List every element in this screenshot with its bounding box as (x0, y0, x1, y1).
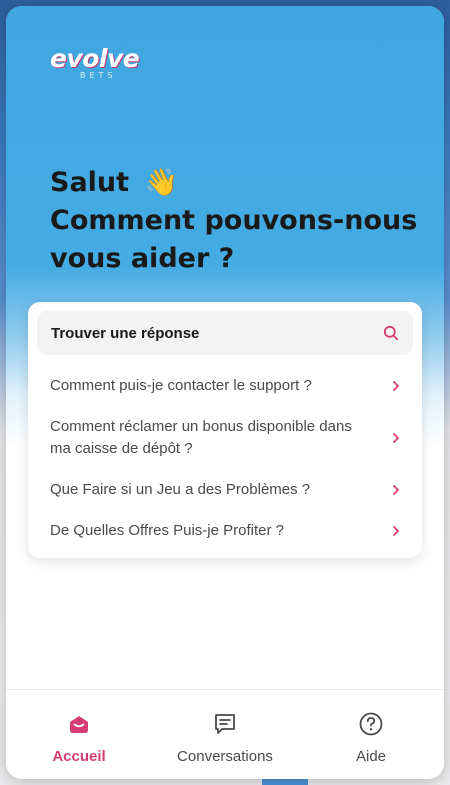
article-label: Comment puis-je contacter le support ? (50, 377, 312, 394)
brand-logo: evolve BETS (50, 44, 140, 81)
tab-label: Conversations (177, 748, 273, 765)
chevron-right-icon (392, 484, 400, 496)
greeting-line2: Comment pouvons-nous vous aider ? (50, 205, 418, 274)
search-label: Trouver une réponse (51, 324, 200, 342)
help-icon (358, 710, 384, 738)
search-button[interactable]: Trouver une réponse (37, 311, 413, 355)
waving-hand-icon: 👋 (144, 167, 179, 198)
brand-logo-word: evolve (50, 44, 140, 73)
article-link[interactable]: De Quelles Offres Puis-je Profiter ? (50, 510, 400, 552)
article-label: Que Faire si un Jeu a des Problèmes ? (50, 481, 311, 498)
article-list: Comment puis-je contacter le support ? C… (50, 366, 400, 552)
tab-label: Aide (355, 748, 387, 765)
article-label: Comment réclamer un bonus disponible dan… (50, 418, 352, 457)
chevron-right-icon (392, 432, 400, 444)
tab-label: Accueil (52, 748, 106, 765)
chevron-right-icon (392, 380, 400, 392)
home-icon (67, 710, 91, 738)
tab-home[interactable]: Accueil (6, 690, 152, 779)
article-link[interactable]: Que Faire si un Jeu a des Problèmes ? (50, 470, 400, 510)
tab-help[interactable]: Aide (298, 690, 444, 779)
greeting-line1: Salut (50, 167, 130, 198)
tab-conversations[interactable]: Conversations (152, 690, 298, 779)
search-icon (383, 325, 399, 341)
help-card: Trouver une réponse Comment puis-je cont… (28, 302, 422, 558)
article-link[interactable]: Comment réclamer un bonus disponible dan… (50, 406, 400, 470)
greeting-heading: Salut 👋 Comment pouvons-nous vous aider … (50, 164, 430, 278)
messenger-widget: evolve BETS Salut 👋 Comment pouvons-nous… (6, 6, 444, 779)
chat-icon (213, 710, 237, 738)
bottom-tab-bar: Accueil Conversations Aide (6, 689, 444, 779)
article-link[interactable]: Comment puis-je contacter le support ? (50, 366, 400, 406)
article-label: De Quelles Offres Puis-je Profiter ? (50, 522, 284, 539)
chevron-right-icon (392, 525, 400, 537)
